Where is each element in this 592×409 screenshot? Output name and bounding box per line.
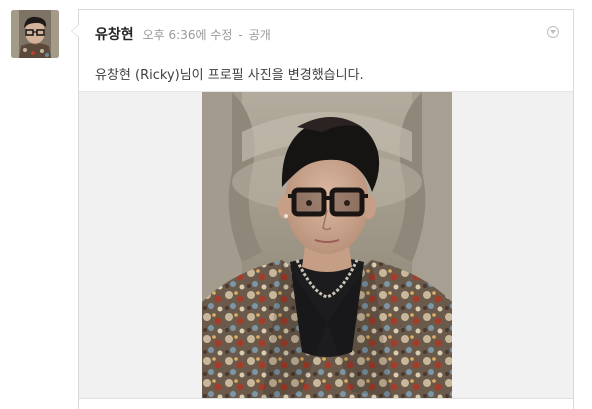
avatar-photo	[11, 10, 59, 58]
meta-separator: -	[238, 28, 243, 42]
chevron-down-icon[interactable]	[547, 26, 559, 38]
post-content: 유창현 (Ricky)님이 프로필 사진을 변경했습니다.	[95, 68, 364, 83]
visibility-label[interactable]: 공개	[249, 26, 271, 43]
post-card: 유창현 오후 6:36에 수정 - 공개 유창현 (Ricky)님이 프로필 사…	[78, 9, 574, 409]
card-footer-divider	[79, 398, 573, 399]
profile-photo-image	[202, 92, 452, 398]
photo-container	[79, 91, 573, 398]
card-pointer-inner	[72, 25, 79, 37]
author-name[interactable]: 유창현	[95, 24, 134, 44]
profile-photo[interactable]	[202, 92, 452, 398]
post-timestamp[interactable]: 오후 6:36에 수정	[143, 26, 233, 43]
post-header: 유창현 오후 6:36에 수정 - 공개	[95, 24, 271, 44]
author-avatar[interactable]	[11, 10, 59, 58]
